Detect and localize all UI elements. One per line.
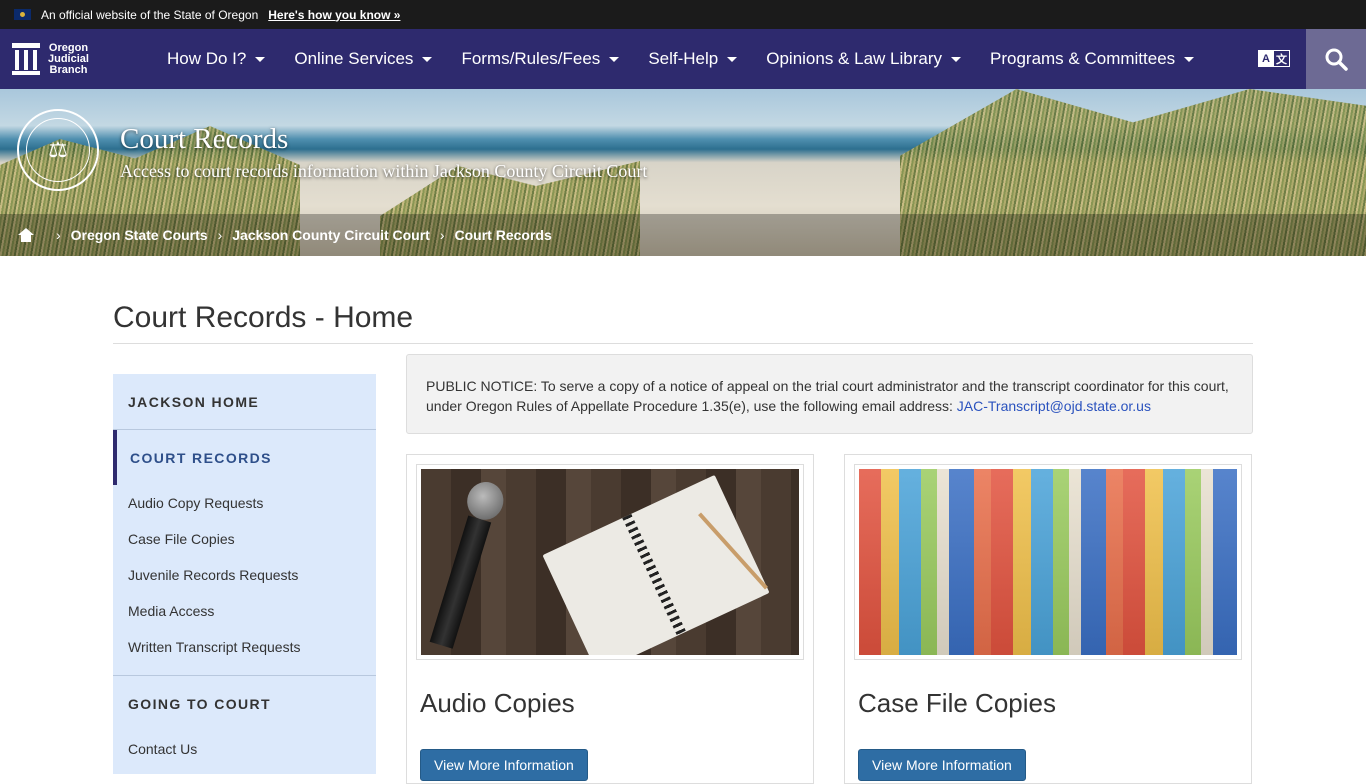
logo-line-2: Judicial bbox=[48, 52, 89, 65]
sidebar-link-case-file[interactable]: Case File Copies bbox=[113, 521, 376, 557]
sidebar-link-media-access[interactable]: Media Access bbox=[113, 593, 376, 629]
ojd-logo[interactable]: Oregon Judicial Branch bbox=[12, 41, 152, 76]
sidebar-link-written-transcript[interactable]: Written Transcript Requests bbox=[113, 629, 376, 665]
card-case-file-copies: Case File Copies View More Information bbox=[844, 454, 1252, 784]
caret-down-icon bbox=[609, 56, 620, 62]
microphone-notebook-image bbox=[421, 469, 799, 655]
sidebar-link-audio-copy[interactable]: Audio Copy Requests bbox=[113, 485, 376, 521]
nav-item-online-services[interactable]: Online Services bbox=[294, 49, 433, 69]
page-title: Court Records - Home bbox=[113, 301, 1253, 344]
sidebar-link-contact-us[interactable]: Contact Us bbox=[113, 731, 376, 767]
nav-item-programs-committees[interactable]: Programs & Committees bbox=[990, 49, 1195, 69]
logo-line-1: Oregon bbox=[48, 41, 89, 54]
public-notice: PUBLIC NOTICE: To serve a copy of a noti… bbox=[406, 354, 1253, 434]
caret-down-icon bbox=[422, 56, 433, 62]
caret-down-icon bbox=[1184, 56, 1195, 62]
translate-b-glyph: 文 bbox=[1274, 50, 1290, 67]
judicial-department-seal-icon: ⚖ bbox=[17, 109, 99, 191]
nav-item-forms-rules-fees[interactable]: Forms/Rules/Fees bbox=[461, 49, 620, 69]
nav-label: Forms/Rules/Fees bbox=[461, 49, 601, 68]
logo-line-3: Branch bbox=[49, 63, 88, 76]
file-folders-image bbox=[859, 469, 1237, 655]
breadcrumb-court-records: Court Records bbox=[454, 227, 552, 243]
official-banner: An official website of the State of Oreg… bbox=[0, 0, 1366, 29]
official-banner-text: An official website of the State of Oreg… bbox=[41, 7, 259, 22]
nav-item-opinions-law-library[interactable]: Opinions & Law Library bbox=[766, 49, 961, 69]
card-title: Case File Copies bbox=[858, 688, 1056, 718]
search-button[interactable] bbox=[1306, 29, 1366, 89]
notice-email-link[interactable]: JAC-Transcript@ojd.state.or.us bbox=[957, 398, 1151, 414]
nav-item-self-help[interactable]: Self-Help bbox=[648, 49, 738, 69]
view-more-button[interactable]: View More Information bbox=[420, 749, 588, 781]
caret-down-icon bbox=[727, 56, 738, 62]
sidebar-item-court-records[interactable]: COURT RECORDS bbox=[113, 430, 376, 485]
courthouse-icon bbox=[12, 43, 40, 75]
oregon-flag-icon bbox=[14, 9, 31, 20]
translate-a-glyph: A bbox=[1258, 50, 1274, 67]
sidebar-link-juvenile-records[interactable]: Juvenile Records Requests bbox=[113, 557, 376, 593]
nav-label: Online Services bbox=[294, 49, 414, 68]
heres-how-you-know-link[interactable]: Here's how you know » bbox=[268, 8, 400, 22]
card-image-frame bbox=[854, 464, 1242, 660]
hero-title: Court Records bbox=[120, 123, 289, 155]
nav-label: Programs & Committees bbox=[990, 49, 1176, 68]
translate-icon[interactable]: A 文 bbox=[1258, 50, 1291, 67]
chevron-right-icon: › bbox=[56, 227, 61, 243]
sidebar-item-jackson-home[interactable]: JACKSON HOME bbox=[113, 374, 376, 429]
main-content: Court Records - Home JACKSON HOME COURT … bbox=[113, 256, 1253, 784]
chevron-right-icon: › bbox=[217, 227, 223, 243]
sidebar: JACKSON HOME COURT RECORDS Audio Copy Re… bbox=[113, 374, 376, 774]
search-icon bbox=[1325, 48, 1348, 71]
chevron-right-icon: › bbox=[439, 227, 445, 243]
breadcrumb-oregon-state-courts[interactable]: Oregon State Courts bbox=[71, 227, 208, 243]
home-icon[interactable] bbox=[18, 228, 34, 242]
breadcrumb-jackson-county[interactable]: Jackson County Circuit Court bbox=[232, 227, 430, 243]
sidebar-item-going-to-court[interactable]: GOING TO COURT bbox=[113, 676, 376, 731]
nav-item-how-do-i[interactable]: How Do I? bbox=[167, 49, 266, 69]
caret-down-icon bbox=[951, 56, 961, 62]
hero-banner: ⚖ Court Records Access to court records … bbox=[0, 89, 1366, 256]
view-more-button[interactable]: View More Information bbox=[858, 749, 1026, 781]
card-audio-copies: Audio Copies View More Information bbox=[406, 454, 814, 784]
nav-label: How Do I? bbox=[167, 49, 247, 68]
card-title: Audio Copies bbox=[420, 688, 575, 718]
nav-label: Opinions & Law Library bbox=[766, 49, 942, 68]
card-image-frame bbox=[416, 464, 804, 660]
main-nav: Oregon Judicial Branch How Do I? Online … bbox=[0, 29, 1366, 89]
caret-down-icon bbox=[255, 56, 266, 62]
nav-label: Self-Help bbox=[648, 49, 719, 68]
hero-subtitle: Access to court records information with… bbox=[120, 161, 648, 181]
breadcrumb: › Oregon State Courts › Jackson County C… bbox=[0, 214, 1366, 256]
